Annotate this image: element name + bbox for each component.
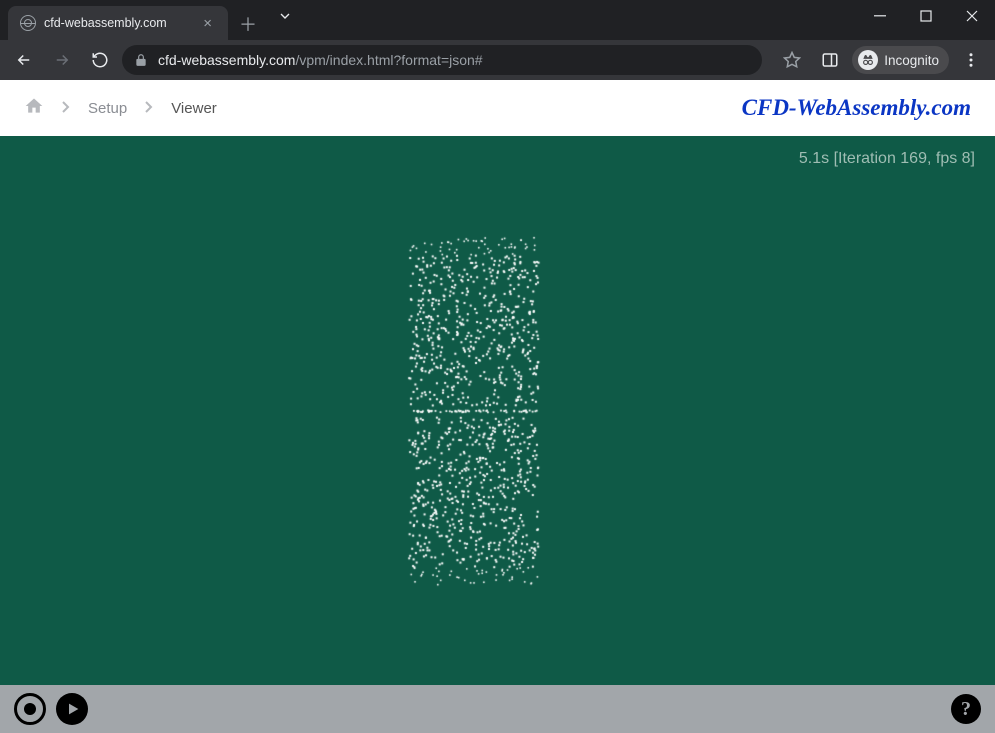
simulation-viewer[interactable]: 5.1s [Iteration 169, fps 8]	[0, 136, 995, 685]
new-tab-button[interactable]: ＋	[234, 10, 262, 38]
home-icon[interactable]	[24, 96, 44, 120]
browser-menu-icon[interactable]	[955, 44, 987, 76]
side-panel-icon[interactable]	[814, 44, 846, 76]
simulation-canvas[interactable]	[0, 136, 995, 685]
brand-suffix: .com	[926, 95, 971, 120]
player-controls: ?	[0, 685, 995, 733]
window-close-button[interactable]	[949, 0, 995, 32]
incognito-icon	[858, 50, 878, 70]
brand-logo[interactable]: CFD-WebAssembly.com	[742, 95, 971, 121]
breadcrumb: Setup Viewer	[24, 96, 217, 120]
incognito-label: Incognito	[884, 53, 939, 68]
nav-back-button[interactable]	[8, 44, 40, 76]
nav-forward-button	[46, 44, 78, 76]
bookmark-star-icon[interactable]	[776, 44, 808, 76]
simulation-status: 5.1s [Iteration 169, fps 8]	[799, 150, 975, 168]
browser-tab[interactable]: cfd-webassembly.com ×	[8, 6, 228, 40]
chevron-right-icon	[145, 100, 153, 117]
nav-reload-button[interactable]	[84, 44, 116, 76]
url-path: /vpm/index.html?format=json#	[295, 52, 482, 68]
window-minimize-button[interactable]	[857, 0, 903, 32]
tab-title: cfd-webassembly.com	[44, 16, 167, 30]
incognito-badge[interactable]: Incognito	[852, 46, 949, 74]
help-button[interactable]: ?	[951, 694, 981, 724]
tab-close-icon[interactable]: ×	[199, 15, 216, 32]
breadcrumb-viewer[interactable]: Viewer	[171, 100, 217, 117]
play-button[interactable]	[56, 693, 88, 725]
page-header: Setup Viewer CFD-WebAssembly.com	[0, 80, 995, 136]
breadcrumb-setup[interactable]: Setup	[88, 100, 127, 117]
tab-search-caret-icon[interactable]	[262, 0, 308, 32]
address-bar[interactable]: cfd-webassembly.com/vpm/index.html?forma…	[122, 45, 762, 75]
lock-icon	[134, 53, 148, 67]
window-maximize-button[interactable]	[903, 0, 949, 32]
url-domain: cfd-webassembly.com	[158, 52, 295, 68]
record-button[interactable]	[14, 693, 46, 725]
brand-main: CFD-WebAssembly	[742, 95, 926, 120]
globe-icon	[20, 15, 36, 31]
chevron-right-icon	[62, 100, 70, 117]
